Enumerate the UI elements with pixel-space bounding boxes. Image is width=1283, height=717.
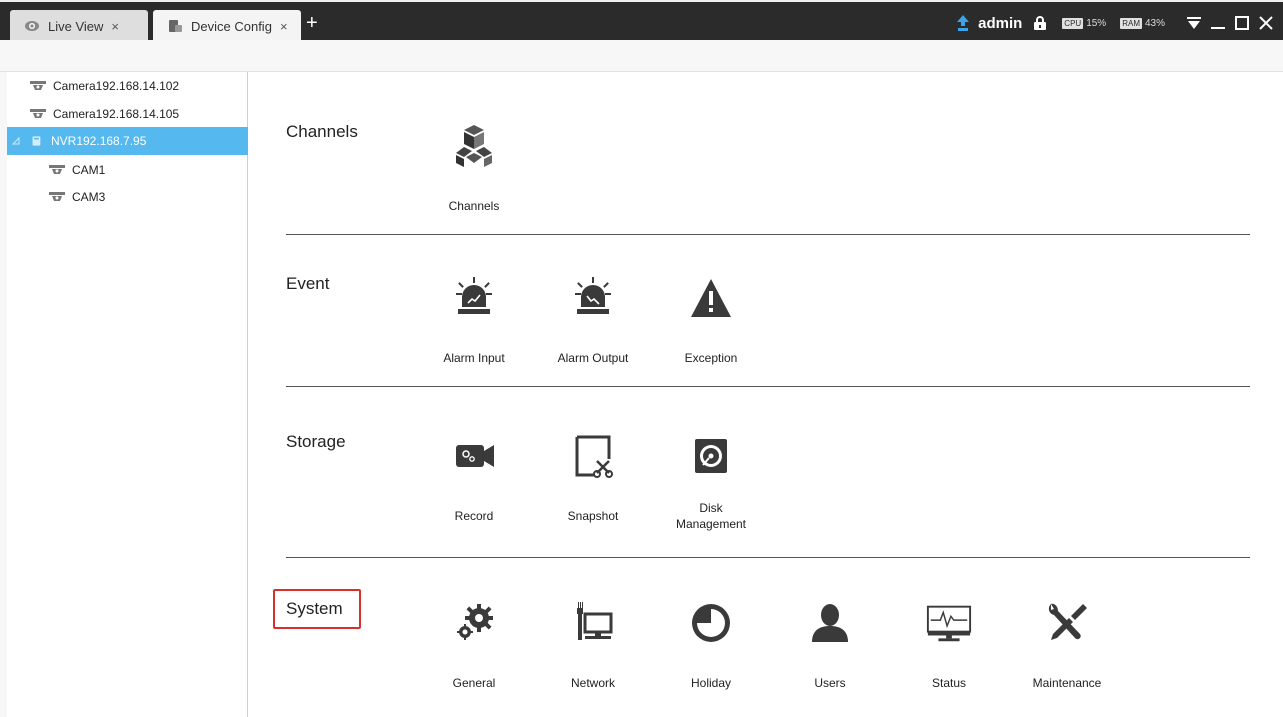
dome-camera-icon <box>30 109 46 118</box>
record-icon <box>450 432 498 480</box>
alarm-input-icon <box>450 274 498 322</box>
section-title-event: Event <box>286 274 330 293</box>
item-label: Alarm Input <box>443 351 505 365</box>
disk-icon <box>687 432 735 480</box>
item-label: Channels <box>448 199 500 213</box>
tools-icon <box>1043 599 1091 647</box>
item-label: Holiday <box>690 676 732 690</box>
dome-camera-icon <box>30 81 46 90</box>
close-icon[interactable]: × <box>111 19 119 34</box>
ram-chip: RAM <box>1120 17 1142 29</box>
disk-management-button[interactable]: Disk Management <box>661 432 761 532</box>
device-tree: Camera192.168.14.102 Camera192.168.14.10… <box>0 72 248 717</box>
title-bar: Live View × Device Config × + admin CPU … <box>0 0 1283 42</box>
exception-button[interactable]: Exception <box>661 274 761 366</box>
cpu-chip: CPU <box>1062 17 1084 29</box>
section-divider <box>286 386 1250 387</box>
expand-arrow-icon[interactable] <box>11 136 21 146</box>
snapshot-icon <box>569 432 617 480</box>
gear-icon <box>450 599 498 647</box>
general-button[interactable]: General <box>424 599 524 691</box>
clock-icon <box>687 599 735 647</box>
lock-icon[interactable] <box>1032 15 1048 31</box>
dropdown-menu-icon[interactable] <box>1185 14 1203 32</box>
section-title-channels: Channels <box>286 122 358 141</box>
section-divider <box>286 557 1250 558</box>
maintenance-button[interactable]: Maintenance <box>1017 599 1117 691</box>
item-label-line1: Disk <box>699 501 723 515</box>
item-label: Status <box>931 676 967 690</box>
section-divider <box>286 234 1250 235</box>
record-button[interactable]: Record <box>424 432 524 524</box>
item-label: Users <box>814 676 846 690</box>
tab-live-view[interactable]: Live View × <box>10 10 148 42</box>
tab-device-config[interactable]: Device Config × <box>153 10 301 42</box>
channels-button[interactable]: Channels <box>424 122 524 214</box>
eye-icon <box>25 21 39 31</box>
status-button[interactable]: Status <box>899 599 999 691</box>
alarm-output-button[interactable]: Alarm Output <box>543 274 643 366</box>
status-area: admin CPU 15% RAM 43% <box>956 11 1275 35</box>
dome-camera-icon <box>49 165 65 174</box>
item-label: Snapshot <box>567 509 619 523</box>
item-label: Record <box>454 509 494 523</box>
tree-item-camera-105[interactable]: Camera192.168.14.105 <box>29 100 247 128</box>
tree-item-label: NVR192.168.7.95 <box>51 134 147 148</box>
channels-icon <box>450 122 498 170</box>
device-config-icon <box>169 20 182 32</box>
item-label: General <box>452 676 496 690</box>
ram-value: 43% <box>1144 17 1165 29</box>
tree-item-label: Camera192.168.14.102 <box>53 79 180 93</box>
network-icon <box>569 599 617 647</box>
item-label-line2: Management <box>675 517 747 531</box>
user-name[interactable]: admin <box>978 15 1022 32</box>
network-button[interactable]: Network <box>543 599 643 691</box>
snapshot-button[interactable]: Snapshot <box>543 432 643 524</box>
item-label: Alarm Output <box>557 351 629 365</box>
tree-item-nvr[interactable]: NVR192.168.7.95 <box>7 127 248 155</box>
close-window-icon[interactable] <box>1257 14 1275 32</box>
cpu-value: 15% <box>1086 17 1107 29</box>
system-highlight-box <box>273 589 361 629</box>
holiday-button[interactable]: Holiday <box>661 599 761 691</box>
nvr-icon <box>32 136 41 146</box>
user-icon <box>806 599 854 647</box>
section-title-storage: Storage <box>286 432 346 451</box>
warning-icon <box>687 274 735 322</box>
upload-icon[interactable] <box>956 14 970 32</box>
item-label: Exception <box>684 351 738 365</box>
tree-item-cam3[interactable]: CAM3 <box>48 183 247 211</box>
toolbar <box>0 40 1283 72</box>
tree-item-camera-102[interactable]: Camera192.168.14.102 <box>29 72 247 100</box>
tree-item-cam1[interactable]: CAM1 <box>48 156 247 184</box>
users-button[interactable]: Users <box>780 599 880 691</box>
new-tab-button[interactable]: + <box>306 13 318 33</box>
minimize-icon[interactable] <box>1209 14 1227 32</box>
tree-item-label: Camera192.168.14.105 <box>53 107 180 121</box>
alarm-output-icon <box>569 274 617 322</box>
alarm-input-button[interactable]: Alarm Input <box>424 274 524 366</box>
tab-label: Device Config <box>191 18 272 34</box>
item-label: Maintenance <box>1032 676 1102 690</box>
dome-camera-icon <box>49 192 65 201</box>
tree-item-label: CAM3 <box>72 190 106 204</box>
item-label: Network <box>570 676 615 690</box>
monitor-status-icon <box>925 599 973 647</box>
config-panel: Channels Channels Event Alarm Input Alar… <box>249 72 1283 717</box>
maximize-icon[interactable] <box>1233 14 1251 32</box>
tab-label: Live View <box>48 18 104 34</box>
close-icon[interactable]: × <box>280 19 288 34</box>
tree-item-label: CAM1 <box>72 163 106 177</box>
